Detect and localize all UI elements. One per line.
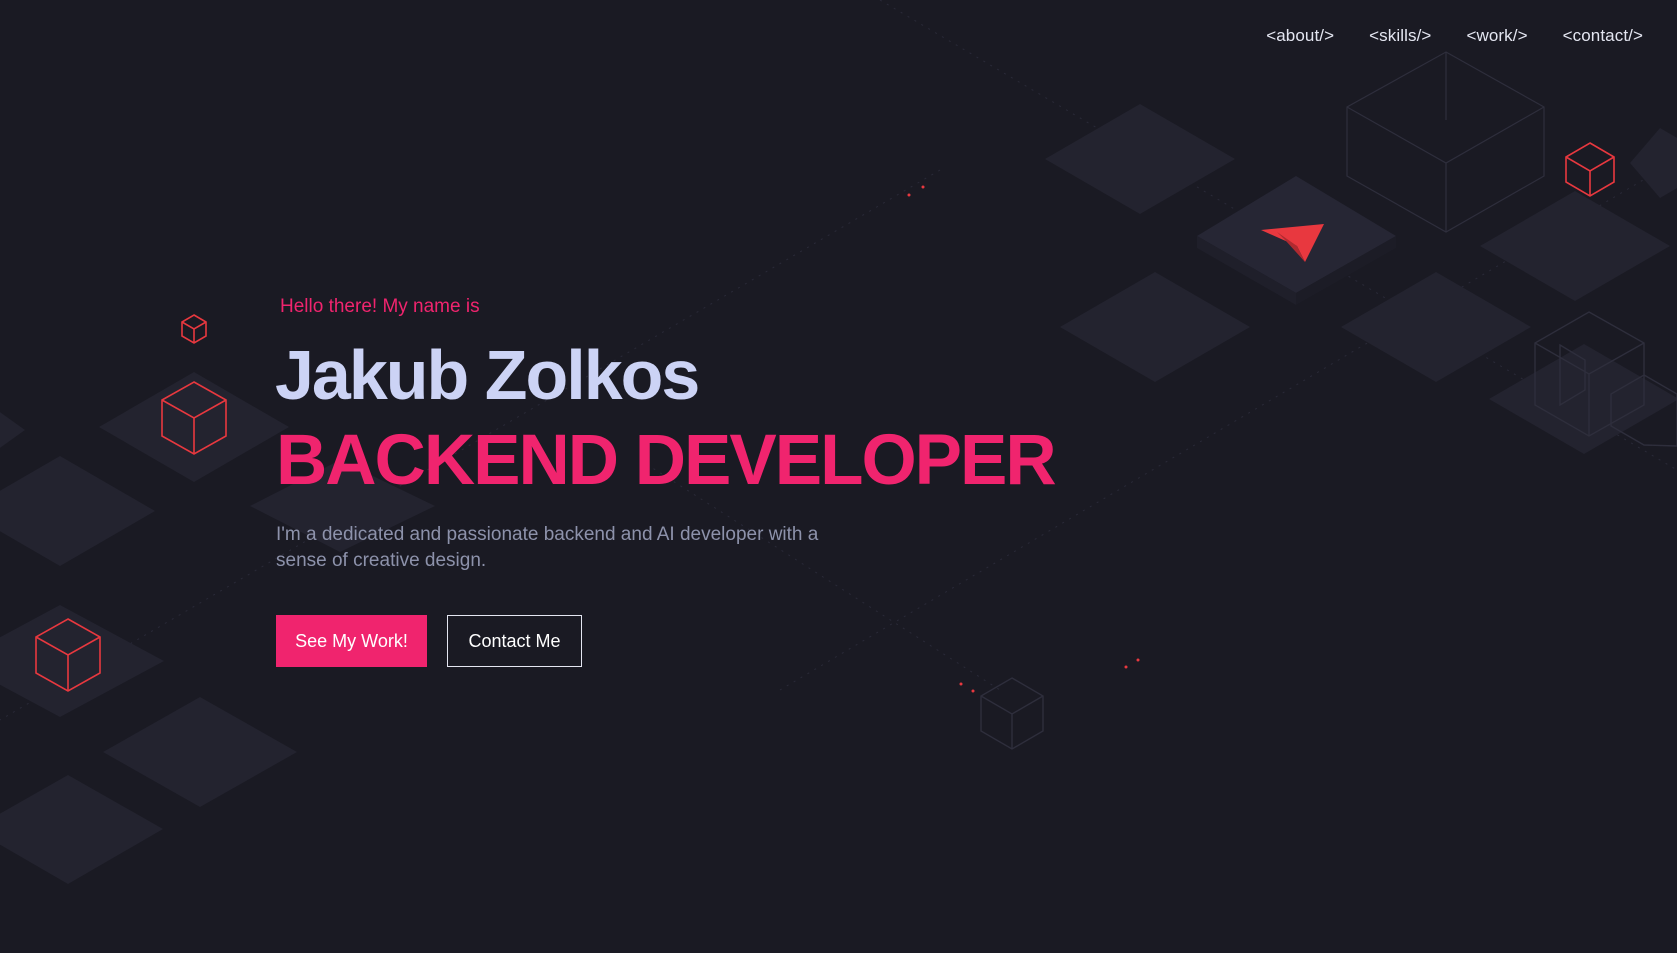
nav-skills-link[interactable]: <skills/> bbox=[1369, 26, 1431, 46]
hero-role: BACKEND DEVELOPER bbox=[276, 421, 1057, 500]
nav-contact-link[interactable]: <contact/> bbox=[1563, 26, 1643, 46]
wireframe-cube-small bbox=[980, 677, 1044, 750]
nav-about-link[interactable]: <about/> bbox=[1266, 26, 1334, 46]
contact-me-button[interactable]: Contact Me bbox=[447, 615, 582, 667]
hero-description: I'm a dedicated and passionate backend a… bbox=[276, 524, 819, 571]
top-nav: <about/> <skills/> <work/> <contact/> bbox=[1231, 26, 1643, 46]
cube-icon bbox=[181, 314, 207, 344]
hero-name: Jakub Zolkos bbox=[275, 336, 700, 414]
see-my-work-button[interactable]: See My Work! bbox=[276, 615, 427, 667]
nav-work-link[interactable]: <work/> bbox=[1466, 26, 1527, 46]
cube-icon bbox=[1565, 142, 1615, 197]
wireframe-cube-large bbox=[1346, 51, 1545, 233]
greeting-text: Hello there! My name is bbox=[280, 296, 480, 317]
